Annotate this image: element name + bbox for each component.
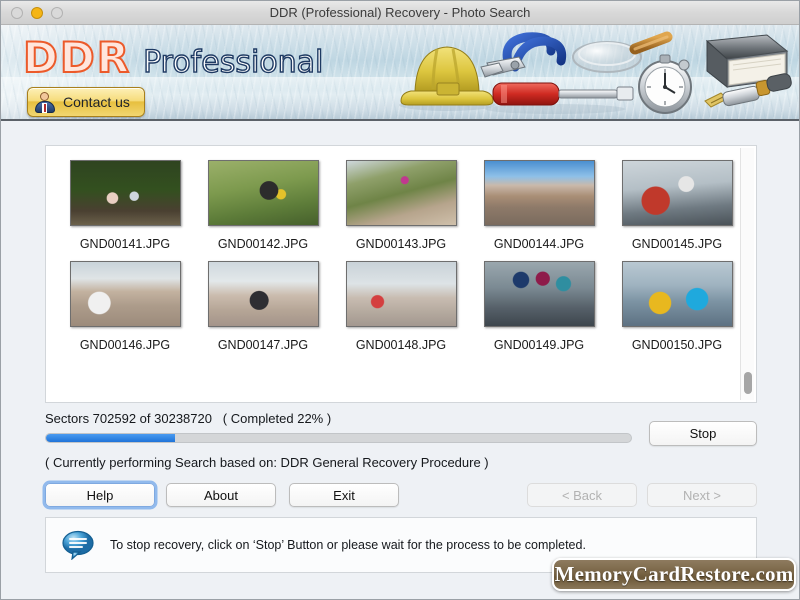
thumbnail-item[interactable]: GND00143.JPG xyxy=(332,160,470,251)
thumbnail-filename: GND00146.JPG xyxy=(80,338,170,352)
thumbnail-filename: GND00149.JPG xyxy=(494,338,584,352)
close-button[interactable] xyxy=(11,7,23,19)
stopwatch-icon xyxy=(639,55,691,113)
thumbnail-item[interactable]: GND00149.JPG xyxy=(470,261,608,352)
app-window: DDR (Professional) Recovery - Photo Sear… xyxy=(0,0,800,600)
thumbnail-image[interactable] xyxy=(208,261,319,327)
title-bar: DDR (Professional) Recovery - Photo Sear… xyxy=(1,1,799,25)
person-icon xyxy=(34,91,56,113)
thumbnail-item[interactable]: GND00142.JPG xyxy=(194,160,332,251)
sectors-progress-text: Sectors 702592 of 30238720 ( Completed 2… xyxy=(45,411,331,426)
thumbnail-image[interactable] xyxy=(208,160,319,226)
thumbnail-image[interactable] xyxy=(484,261,595,327)
results-vertical-scrollbar[interactable] xyxy=(740,148,754,400)
thumbnail-filename: GND00147.JPG xyxy=(218,338,308,352)
speech-bubble-icon xyxy=(62,530,96,560)
contact-us-button[interactable]: Contact us xyxy=(27,87,145,117)
watermark-text: MemoryCardRestore.com xyxy=(555,562,794,587)
brand-logo: DDR Professional xyxy=(23,33,323,82)
thumbnail-item[interactable]: GND00141.JPG xyxy=(56,160,194,251)
screwdriver-icon xyxy=(485,83,633,114)
thumbnail-filename: GND00145.JPG xyxy=(632,237,722,251)
back-button: < Back xyxy=(527,483,637,507)
thumbnail-item[interactable]: GND00144.JPG xyxy=(470,160,608,251)
thumbnail-filename: GND00141.JPG xyxy=(80,237,170,251)
scan-progress-bar xyxy=(45,433,632,443)
contact-us-label: Contact us xyxy=(63,94,130,110)
exit-button[interactable]: Exit xyxy=(289,483,399,507)
photo-results-panel: GND00141.JPG GND00142.JPG GND00143.JPG G… xyxy=(45,145,757,403)
thumbnail-image[interactable] xyxy=(622,160,733,226)
help-button[interactable]: Help xyxy=(45,483,155,507)
thumbnail-image[interactable] xyxy=(70,160,181,226)
thumbnail-image[interactable] xyxy=(70,261,181,327)
brand-name-professional: Professional xyxy=(143,45,323,80)
window-controls xyxy=(11,7,63,19)
thumbnail-image[interactable] xyxy=(346,160,457,226)
zoom-button[interactable] xyxy=(51,7,63,19)
thumbnail-grid: GND00141.JPG GND00142.JPG GND00143.JPG G… xyxy=(46,146,756,352)
thumbnail-image[interactable] xyxy=(346,261,457,327)
thumbnail-filename: GND00148.JPG xyxy=(356,338,446,352)
scrollbar-thumb[interactable] xyxy=(744,372,752,394)
thumbnail-item[interactable]: GND00146.JPG xyxy=(56,261,194,352)
thumbnail-filename: GND00144.JPG xyxy=(494,237,584,251)
brand-name-ddr: DDR xyxy=(23,33,131,82)
thumbnail-image[interactable] xyxy=(484,160,595,226)
thumbnail-filename: GND00143.JPG xyxy=(356,237,446,251)
app-header: DDR Professional Contact us xyxy=(1,25,799,121)
scan-progress-fill xyxy=(46,434,175,442)
thumbnail-item[interactable]: GND00147.JPG xyxy=(194,261,332,352)
about-button[interactable]: About xyxy=(166,483,276,507)
pliers-icon xyxy=(481,37,562,77)
next-button: Next > xyxy=(647,483,757,507)
thumbnail-item[interactable]: GND00148.JPG xyxy=(332,261,470,352)
thumbnail-item[interactable]: GND00150.JPG xyxy=(608,261,746,352)
thumbnail-filename: GND00142.JPG xyxy=(218,237,308,251)
thumbnail-item[interactable]: GND00145.JPG xyxy=(608,160,746,251)
info-message-text: To stop recovery, click on ‘Stop’ Button… xyxy=(110,538,586,552)
stop-button[interactable]: Stop xyxy=(649,421,757,446)
window-title: DDR (Professional) Recovery - Photo Sear… xyxy=(1,5,799,20)
thumbnail-image[interactable] xyxy=(622,261,733,327)
minimize-button[interactable] xyxy=(31,7,43,19)
site-watermark: MemoryCardRestore.com xyxy=(552,558,796,591)
current-operation-status: ( Currently performing Search based on: … xyxy=(45,455,489,470)
hard-hat-icon xyxy=(399,47,495,111)
thumbnail-filename: GND00150.JPG xyxy=(632,338,722,352)
header-tool-graphics xyxy=(375,27,795,121)
